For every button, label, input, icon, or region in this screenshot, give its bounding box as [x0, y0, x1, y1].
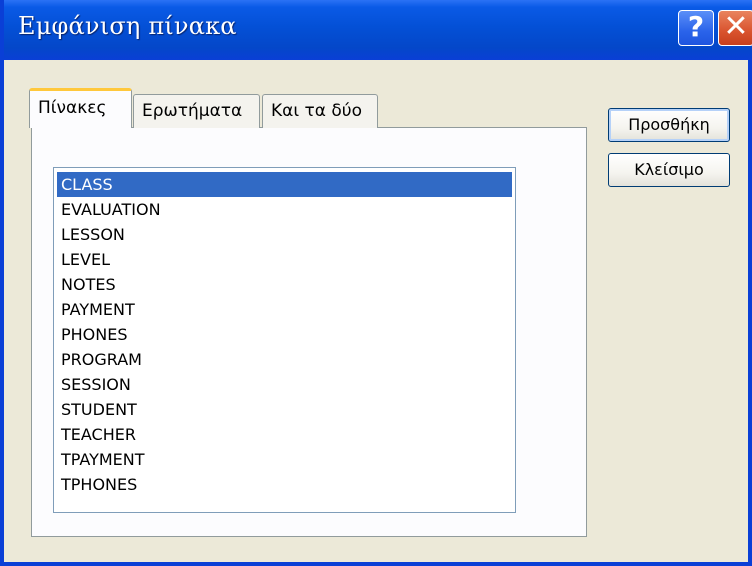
list-item[interactable]: PHONES — [57, 322, 512, 347]
help-button[interactable]: ? — [678, 10, 714, 46]
tab-both[interactable]: Και τα δύο — [262, 94, 378, 128]
list-item[interactable]: TEACHER — [57, 422, 512, 447]
close-icon: ✕ — [723, 9, 749, 44]
list-item[interactable]: TPHONES — [57, 472, 512, 497]
list-item[interactable]: PROGRAM — [57, 347, 512, 372]
dialog-window: Εμφάνιση πίνακα ? ✕ Πίνακες Ερωτήματα Κα… — [0, 0, 752, 566]
close-window-button[interactable]: ✕ — [718, 10, 752, 46]
tables-listbox[interactable]: CLASS EVALUATION LESSON LEVEL NOTES PAYMENT PH… — [53, 167, 516, 513]
dialog-title: Εμφάνιση πίνακα — [18, 12, 237, 40]
tab-tables[interactable]: Πίνακες — [29, 88, 132, 128]
add-button[interactable]: Προσθήκη — [608, 108, 730, 142]
list-item[interactable]: PAYMENT — [57, 297, 512, 322]
list-item[interactable]: LEVEL — [57, 247, 512, 272]
list-item[interactable]: CLASS — [57, 172, 512, 197]
close-button[interactable]: Κλείσιμο — [608, 153, 730, 187]
tab-queries[interactable]: Ερωτήματα — [133, 94, 260, 128]
list-item[interactable]: STUDENT — [57, 397, 512, 422]
list-item[interactable]: EVALUATION — [57, 197, 512, 222]
title-bar[interactable]: Εμφάνιση πίνακα ? ✕ — [4, 0, 752, 60]
list-item[interactable]: TPAYMENT — [57, 447, 512, 472]
list-item[interactable]: LESSON — [57, 222, 512, 247]
list-item[interactable]: NOTES — [57, 272, 512, 297]
help-icon: ? — [687, 10, 705, 43]
list-item[interactable]: SESSION — [57, 372, 512, 397]
